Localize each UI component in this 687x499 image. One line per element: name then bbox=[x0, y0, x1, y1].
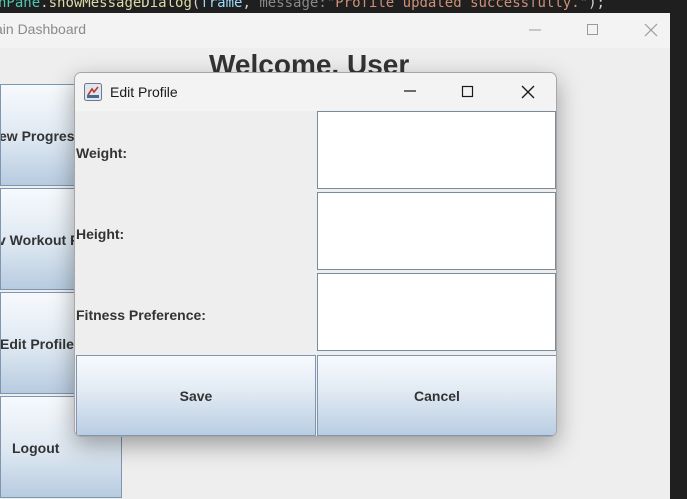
code-token: frame bbox=[200, 0, 243, 11]
weight-field[interactable] bbox=[317, 111, 556, 189]
code-editor-line: nPane.showMessageDialog(frame, message:"… bbox=[0, 0, 687, 13]
edit-profile-dialog: Edit Profile Weight: Height: Fitness Pre… bbox=[74, 72, 557, 437]
code-token: nPane bbox=[0, 0, 41, 11]
maximize-icon bbox=[587, 24, 598, 35]
main-close-button[interactable] bbox=[628, 13, 674, 48]
save-button[interactable]: Save bbox=[76, 355, 316, 436]
code-token: ); bbox=[588, 0, 605, 11]
dialog-minimize-button[interactable] bbox=[381, 73, 439, 111]
dialog-maximize-button[interactable] bbox=[439, 73, 497, 111]
close-icon bbox=[521, 85, 535, 99]
main-minimize-button[interactable] bbox=[512, 13, 558, 48]
code-token: showMessageDialog bbox=[48, 0, 192, 11]
dialog-titlebar[interactable]: Edit Profile bbox=[75, 73, 556, 111]
dialog-title: Edit Profile bbox=[110, 84, 178, 100]
main-window-title: ain Dashboard bbox=[0, 21, 87, 37]
fitness-preference-field[interactable] bbox=[317, 273, 556, 351]
code-token: "Profile updated successfully." bbox=[326, 0, 589, 11]
cancel-button[interactable]: Cancel bbox=[317, 355, 556, 436]
height-label: Height: bbox=[76, 226, 125, 242]
maximize-icon bbox=[461, 85, 474, 98]
minimize-icon bbox=[404, 90, 416, 92]
minimize-icon bbox=[529, 29, 541, 31]
code-token: . bbox=[40, 0, 49, 11]
main-maximize-button[interactable] bbox=[570, 13, 616, 48]
code-token: message: bbox=[259, 0, 327, 11]
java-app-icon bbox=[84, 83, 102, 101]
dialog-close-button[interactable] bbox=[499, 73, 556, 111]
height-field[interactable] bbox=[317, 192, 556, 270]
fitness-preference-label: Fitness Preference: bbox=[76, 307, 206, 323]
logout-label: Logout bbox=[12, 440, 60, 456]
edit-profile-label: Edit Profile bbox=[0, 336, 74, 352]
view-workout-plan-label: v Workout P bbox=[0, 232, 80, 248]
code-token: , bbox=[242, 0, 260, 11]
weight-label: Weight: bbox=[76, 145, 128, 161]
close-icon bbox=[644, 23, 658, 37]
main-titlebar[interactable]: ain Dashboard bbox=[0, 13, 670, 48]
view-progress-label: ew Progres bbox=[0, 128, 75, 144]
